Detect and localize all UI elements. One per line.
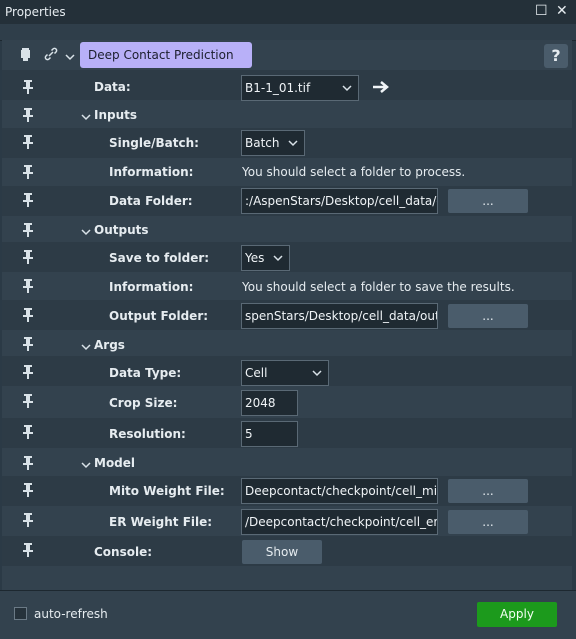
chevron-down-icon[interactable] bbox=[65, 51, 75, 61]
data-folder-browse-button[interactable]: ... bbox=[448, 189, 528, 213]
pin-icon[interactable] bbox=[21, 164, 35, 180]
data-type-value: Cell bbox=[245, 366, 268, 380]
save-to-folder-label: Save to folder: bbox=[109, 251, 210, 265]
chevron-down-icon[interactable] bbox=[81, 341, 91, 351]
data-select-value: B1-1_01.tif bbox=[245, 81, 311, 95]
data-folder-field[interactable]: :/AspenStars/Desktop/cell_data/data bbox=[241, 188, 438, 214]
window-title: Properties bbox=[5, 5, 66, 19]
pin-icon[interactable] bbox=[21, 364, 35, 380]
data-select[interactable]: B1-1_01.tif bbox=[241, 75, 359, 101]
data-type-label: Data Type: bbox=[109, 366, 182, 380]
chevron-down-icon[interactable] bbox=[81, 459, 91, 469]
model-section-label[interactable]: Model bbox=[94, 456, 135, 470]
pin-icon[interactable] bbox=[21, 424, 35, 440]
arrow-right-icon[interactable] bbox=[372, 80, 390, 94]
er-weight-label: ER Weight File: bbox=[109, 515, 213, 529]
pin-icon[interactable] bbox=[21, 192, 35, 208]
data-type-select[interactable]: Cell bbox=[241, 360, 329, 386]
pin-icon[interactable] bbox=[21, 249, 35, 265]
single-batch-label: Single/Batch: bbox=[109, 136, 199, 150]
pin-icon[interactable] bbox=[21, 107, 35, 123]
chevron-down-icon[interactable] bbox=[81, 226, 91, 236]
outputs-section-label[interactable]: Outputs bbox=[94, 223, 149, 237]
apply-button[interactable]: Apply bbox=[477, 602, 557, 627]
chevron-down-icon bbox=[273, 255, 283, 262]
resolution-label: Resolution: bbox=[109, 427, 186, 441]
chevron-down-icon[interactable] bbox=[81, 111, 91, 121]
pin-icon[interactable] bbox=[21, 542, 35, 558]
help-icon[interactable]: ? bbox=[544, 44, 568, 68]
pin-icon[interactable] bbox=[21, 307, 35, 323]
pin-icon[interactable] bbox=[21, 222, 35, 238]
restore-button[interactable]: ☐ bbox=[535, 3, 548, 19]
link-icon[interactable] bbox=[44, 47, 58, 61]
chevron-down-icon bbox=[342, 85, 352, 92]
output-folder-browse-button[interactable]: ... bbox=[448, 304, 528, 328]
toolbar-strip bbox=[0, 24, 576, 41]
inputs-info-text: You should select a folder to process. bbox=[242, 165, 466, 179]
er-weight-browse-button[interactable]: ... bbox=[448, 510, 528, 534]
chevron-down-icon bbox=[288, 140, 298, 147]
resolution-field[interactable]: 5 bbox=[241, 421, 298, 447]
outputs-info-label: Information: bbox=[109, 280, 194, 294]
crop-size-field[interactable]: 2048 bbox=[241, 390, 298, 416]
script-icon[interactable] bbox=[19, 47, 33, 63]
pin-icon[interactable] bbox=[21, 278, 35, 294]
outputs-info-text: You should select a folder to save the r… bbox=[242, 280, 515, 294]
pin-icon[interactable] bbox=[21, 336, 35, 352]
node-title: Deep Contact Prediction bbox=[80, 42, 252, 68]
chevron-down-icon bbox=[312, 370, 322, 377]
pin-icon[interactable] bbox=[21, 512, 35, 528]
title-bar: Properties ☐ ✕ bbox=[0, 0, 576, 24]
single-batch-value: Batch bbox=[245, 136, 280, 150]
save-to-folder-value: Yes bbox=[245, 251, 265, 265]
mito-weight-label: Mito Weight File: bbox=[109, 484, 225, 498]
pin-icon[interactable] bbox=[21, 79, 35, 95]
er-weight-field[interactable]: /Deepcontact/checkpoint/cell_er.pth bbox=[241, 509, 438, 535]
mito-weight-browse-button[interactable]: ... bbox=[448, 479, 528, 503]
inputs-section-label[interactable]: Inputs bbox=[94, 108, 137, 122]
args-section-label[interactable]: Args bbox=[94, 338, 125, 352]
auto-refresh-label: auto-refresh bbox=[34, 607, 108, 621]
pin-icon[interactable] bbox=[21, 134, 35, 150]
pin-icon[interactable] bbox=[21, 455, 35, 471]
close-button[interactable]: ✕ bbox=[556, 3, 568, 19]
save-to-folder-select[interactable]: Yes bbox=[241, 245, 290, 271]
mito-weight-field[interactable]: Deepcontact/checkpoint/cell_mito.h5 bbox=[241, 478, 438, 504]
data-label: Data: bbox=[94, 80, 131, 94]
crop-size-label: Crop Size: bbox=[109, 396, 178, 410]
pin-icon[interactable] bbox=[21, 482, 35, 498]
console-show-button[interactable]: Show bbox=[242, 540, 322, 564]
data-folder-label: Data Folder: bbox=[109, 194, 193, 208]
inputs-info-label: Information: bbox=[109, 165, 194, 179]
console-label: Console: bbox=[94, 545, 153, 559]
pin-icon[interactable] bbox=[21, 393, 35, 409]
single-batch-select[interactable]: Batch bbox=[241, 130, 305, 156]
output-folder-label: Output Folder: bbox=[109, 309, 209, 323]
output-folder-field[interactable]: spenStars/Desktop/cell_data/output bbox=[241, 303, 438, 329]
auto-refresh-checkbox[interactable] bbox=[14, 607, 27, 620]
